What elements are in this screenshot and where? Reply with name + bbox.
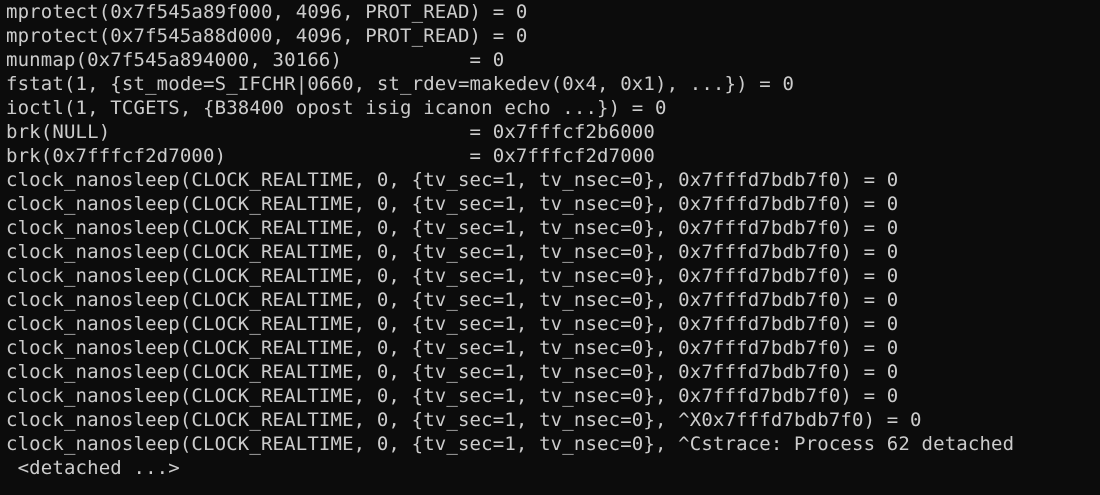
terminal-line-brk-2: brk(0x7fffcf2d7000) = 0x7fffcf2d7000: [6, 145, 655, 167]
terminal-window[interactable]: mprotect(0x7f545a89f000, 4096, PROT_READ…: [0, 0, 1100, 495]
terminal-line-nanosleep: clock_nanosleep(CLOCK_REALTIME, 0, {tv_s…: [6, 289, 899, 311]
terminal-line-nanosleep: clock_nanosleep(CLOCK_REALTIME, 0, {tv_s…: [6, 217, 899, 239]
terminal-line-detached: <detached ...>: [6, 457, 180, 479]
terminal-line-brk-1: brk(NULL) = 0x7fffcf2b6000: [6, 121, 655, 143]
terminal-line-nanosleep: clock_nanosleep(CLOCK_REALTIME, 0, {tv_s…: [6, 361, 899, 383]
terminal-line-fstat: fstat(1, {st_mode=S_IFCHR|0660, st_rdev=…: [6, 73, 795, 95]
terminal-line-ioctl: ioctl(1, TCGETS, {B38400 opost isig ican…: [6, 97, 667, 119]
terminal-line-nanosleep: clock_nanosleep(CLOCK_REALTIME, 0, {tv_s…: [6, 385, 899, 407]
terminal-line-mprotect-1: mprotect(0x7f545a89f000, 4096, PROT_READ…: [6, 1, 528, 23]
terminal-line-nanosleep-ctrl-x: clock_nanosleep(CLOCK_REALTIME, 0, {tv_s…: [6, 409, 922, 431]
terminal-line-nanosleep: clock_nanosleep(CLOCK_REALTIME, 0, {tv_s…: [6, 337, 899, 359]
terminal-line-nanosleep: clock_nanosleep(CLOCK_REALTIME, 0, {tv_s…: [6, 193, 899, 215]
terminal-line-nanosleep: clock_nanosleep(CLOCK_REALTIME, 0, {tv_s…: [6, 241, 899, 263]
terminal-line-nanosleep: clock_nanosleep(CLOCK_REALTIME, 0, {tv_s…: [6, 265, 899, 287]
terminal-line-mprotect-2: mprotect(0x7f545a88d000, 4096, PROT_READ…: [6, 25, 528, 47]
terminal-line-nanosleep: clock_nanosleep(CLOCK_REALTIME, 0, {tv_s…: [6, 313, 899, 335]
terminal-line-nanosleep-ctrl-c-detached: clock_nanosleep(CLOCK_REALTIME, 0, {tv_s…: [6, 433, 1015, 455]
terminal-line-nanosleep: clock_nanosleep(CLOCK_REALTIME, 0, {tv_s…: [6, 169, 899, 191]
terminal-line-munmap: munmap(0x7f545a894000, 30166) = 0: [6, 49, 505, 71]
